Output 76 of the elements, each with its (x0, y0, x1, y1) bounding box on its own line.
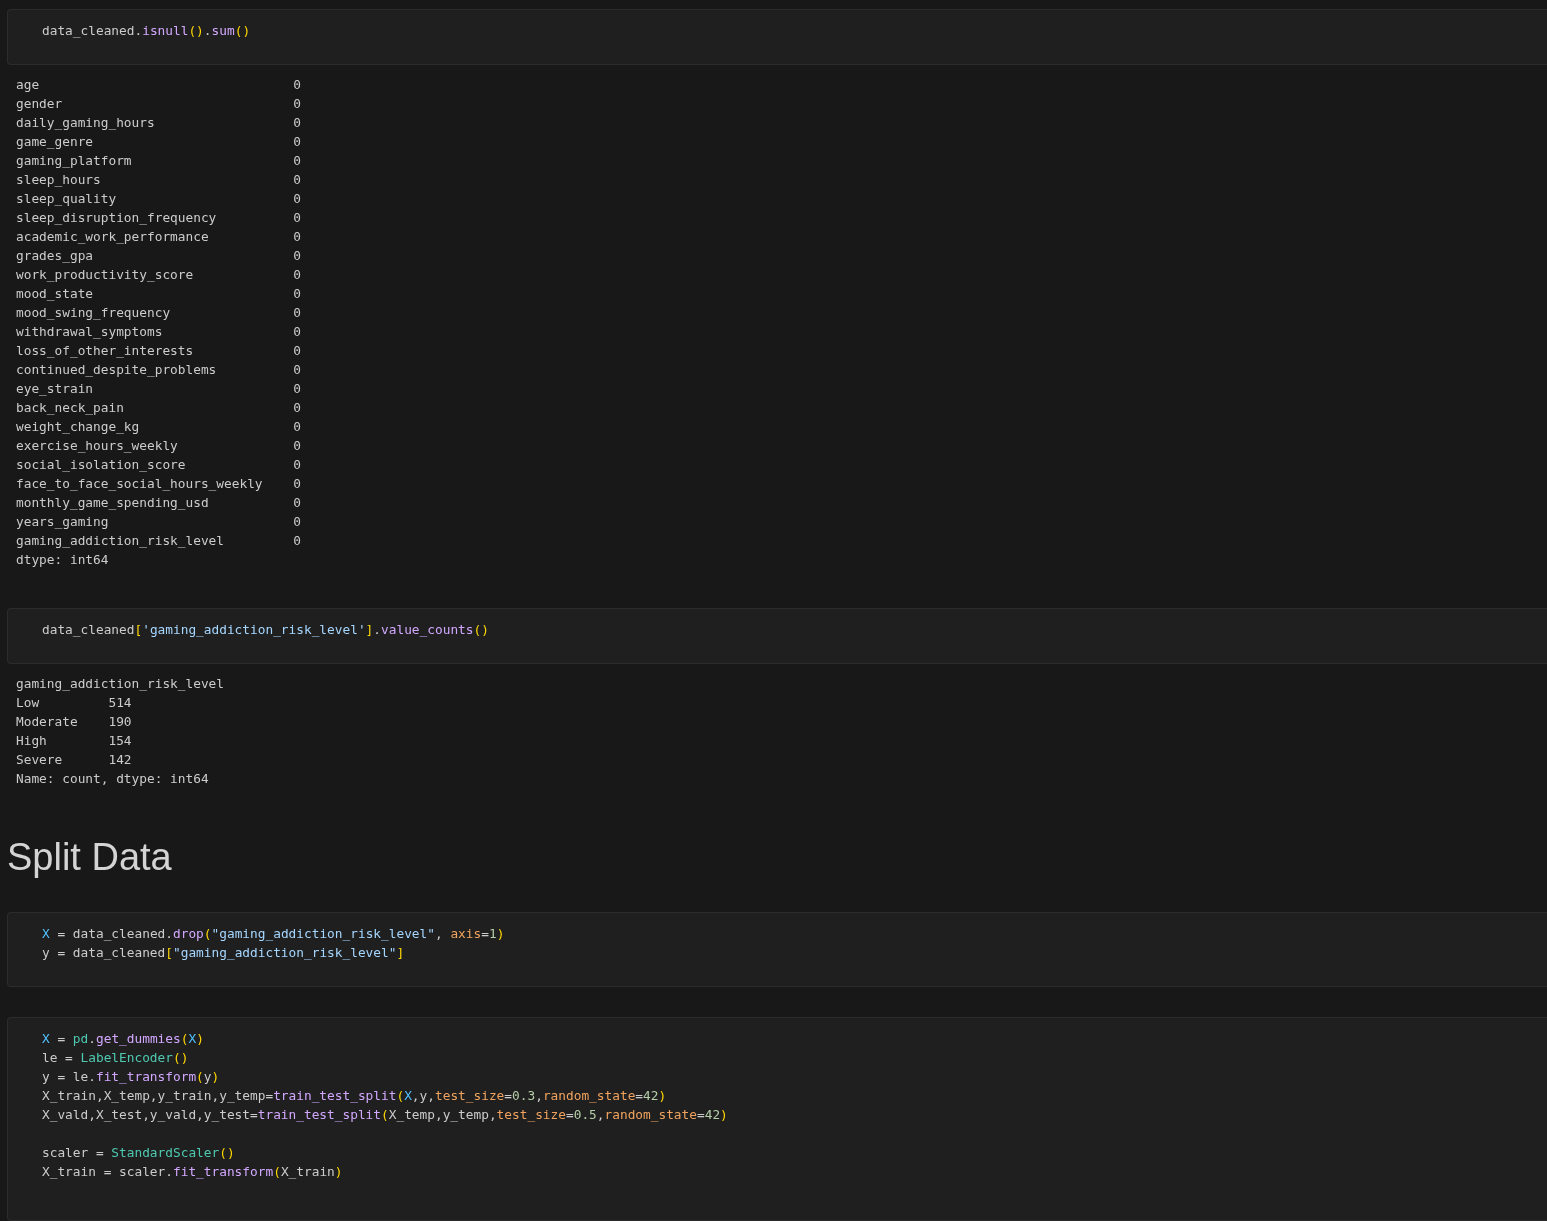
output-text: grades_gpa (16, 247, 95, 265)
output-value: 0 (293, 437, 302, 455)
output-value: 0 (293, 95, 302, 113)
output-text: exercise_hours_weekly (16, 437, 179, 455)
output-text: gaming_addiction_risk_level (16, 675, 225, 693)
code-line: y = le.fit_transform(y) (42, 1068, 221, 1086)
output-text: sleep_hours (16, 171, 102, 189)
output-value: 0 (293, 266, 302, 284)
output-value: 0 (293, 209, 302, 227)
code-cell[interactable]: data_cleaned['gaming_addiction_risk_level'].value_counts() (7, 608, 1547, 664)
output-text: withdrawal_symptoms (16, 323, 164, 341)
output-text: daily_gaming_hours (16, 114, 156, 132)
output-value: 0 (293, 152, 302, 170)
output-value: 0 (293, 190, 302, 208)
output-text: dtype: int64 (16, 551, 110, 569)
output-text: sleep_quality (16, 190, 118, 208)
output-text: sleep_disruption_frequency (16, 209, 218, 227)
output-value: 0 (293, 323, 302, 341)
code-line: data_cleaned.isnull().sum() (42, 22, 252, 40)
output-text: Severe (16, 751, 64, 769)
code-line: X = data_cleaned.drop("gaming_addiction_risk_level", axis=1) (42, 925, 506, 943)
code-line: X_vald,X_test,y_vald,y_test=train_test_split(X_temp,y_temp,test_size=0.5,random_state=42) (42, 1106, 729, 1124)
output-text: game_genre (16, 133, 95, 151)
output-text: mood_swing_frequency (16, 304, 172, 322)
output-text: gaming_platform (16, 152, 133, 170)
code-line: scaler = StandardScaler() (42, 1144, 236, 1162)
code-cell[interactable]: data_cleaned.isnull().sum() (7, 9, 1547, 65)
output-text: face_to_face_social_hours_weekly (16, 475, 264, 493)
output-value: 0 (293, 475, 302, 493)
output-text: gender (16, 95, 64, 113)
code-line: y = data_cleaned["gaming_addiction_risk_level"] (42, 944, 406, 962)
code-cell[interactable]: X = data_cleaned.drop("gaming_addiction_risk_level", axis=1) y = data_cleaned["gaming_addiction_risk_level"] (7, 912, 1547, 987)
output-text: years_gaming (16, 513, 110, 531)
output-value: 142 (108, 751, 132, 769)
output-text: Low (16, 694, 41, 712)
output-text: academic_work_performance (16, 228, 210, 246)
output-value: 514 (108, 694, 132, 712)
output-value: 0 (293, 133, 302, 151)
output-text: Name: count, dtype: int64 (16, 770, 209, 788)
output-value: 0 (293, 380, 302, 398)
output-value: 0 (293, 513, 302, 531)
output-value: 0 (293, 247, 302, 265)
output-value: 0 (293, 228, 302, 246)
output-text: age (16, 76, 41, 94)
output-text: gaming_addiction_risk_level (16, 532, 226, 550)
output-value: 0 (293, 171, 302, 189)
output-value: 0 (293, 304, 302, 322)
output-text: social_isolation_score (16, 456, 187, 474)
output-text: High (16, 732, 48, 750)
output-value: 154 (108, 732, 132, 750)
output-value: 0 (293, 114, 302, 132)
output-value: 0 (293, 342, 302, 360)
code-line: X = pd.get_dummies(X) (42, 1030, 205, 1048)
output-value: 0 (293, 399, 302, 417)
output-text: weight_change_kg (16, 418, 141, 436)
output-text: mood_state (16, 285, 95, 303)
code-line: X_train,X_temp,y_train,y_temp=train_test_split(X,y,test_size=0.3,random_state=42) (42, 1087, 668, 1105)
output-value: 0 (293, 494, 302, 512)
output-value: 190 (108, 713, 132, 731)
output-text: eye_strain (16, 380, 95, 398)
output-value: 0 (293, 532, 302, 550)
code-line: data_cleaned['gaming_addiction_risk_level'].value_counts() (42, 621, 490, 639)
output-value: 0 (293, 456, 302, 474)
output-value: 0 (293, 418, 302, 436)
code-line: X_train = scaler.fit_transform(X_train) (42, 1163, 344, 1181)
output-text: work_productivity_score (16, 266, 195, 284)
section-heading: Split Data (7, 835, 172, 880)
output-text: back_neck_pain (16, 399, 125, 417)
output-value: 0 (293, 361, 302, 379)
output-value: 0 (293, 76, 302, 94)
code-line: le = LabelEncoder() (42, 1049, 190, 1067)
output-text: continued_despite_problems (16, 361, 218, 379)
output-text: loss_of_other_interests (16, 342, 195, 360)
output-value: 0 (293, 285, 302, 303)
output-text: Moderate (16, 713, 79, 731)
output-text: monthly_game_spending_usd (16, 494, 210, 512)
